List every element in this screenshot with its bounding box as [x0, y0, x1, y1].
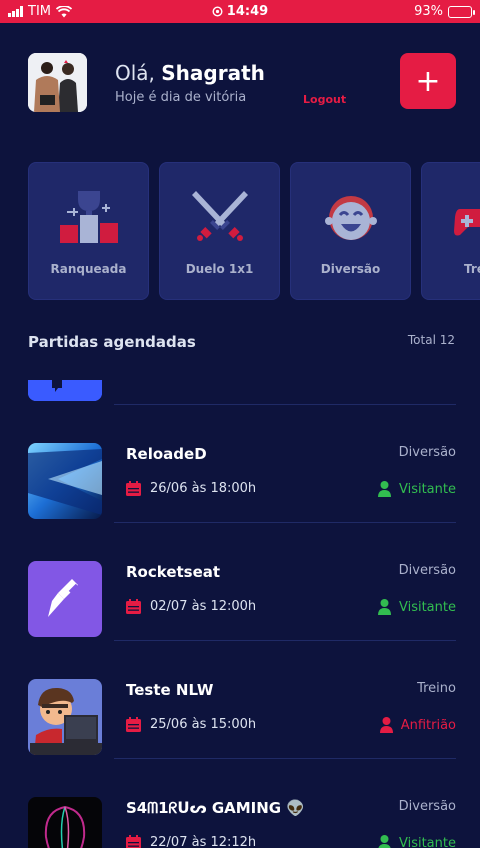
- category-carousel[interactable]: Ranqueada Duelo 1x1 Diversão Tr: [28, 162, 480, 300]
- match-category: Diversão: [398, 445, 456, 460]
- greeting: Olá, Shagrath: [115, 61, 265, 85]
- match-datetime-text: 25/06 às 15:00h: [150, 717, 257, 732]
- battery-icon: [448, 5, 475, 18]
- clock: 14:49: [226, 4, 269, 19]
- guild-thumbnail[interactable]: [28, 380, 102, 401]
- category-treino[interactable]: Tre: [421, 162, 480, 300]
- match-datetime: 22/07 às 12:12h: [126, 835, 256, 848]
- guild-thumbnail: [28, 679, 102, 755]
- calendar-icon: [126, 599, 141, 614]
- guild-thumbnail: [28, 797, 102, 848]
- match-category: Diversão: [398, 799, 456, 814]
- discord-logo-icon: [28, 380, 102, 401]
- category-label: Tre: [464, 262, 480, 276]
- alarm-icon: [212, 6, 223, 17]
- player-icon: [377, 481, 391, 497]
- match-item[interactable]: Teste NLW Treino 25/06 às 15:00h Anfitri…: [28, 679, 456, 757]
- divider: [114, 522, 456, 523]
- match-role-text: Anfitrião: [400, 717, 456, 733]
- match-list[interactable]: ReloadeD Diversão 26/06 às 18:00h Visita…: [28, 380, 456, 848]
- player-icon: [379, 717, 393, 733]
- match-item[interactable]: S4ᗰ1ᖇᑌᔕ GAMING 👽 Diversão 22/07 às 12:12…: [28, 797, 456, 848]
- category-duelo[interactable]: Duelo 1x1: [159, 162, 280, 300]
- player-icon: [377, 599, 391, 615]
- avatar[interactable]: [28, 53, 87, 112]
- category-label: Diversão: [320, 262, 381, 276]
- calendar-icon: [126, 481, 141, 496]
- match-role: Visitante: [377, 481, 456, 497]
- match-guild-name: S4ᗰ1ᖇᑌᔕ GAMING 👽: [126, 799, 306, 817]
- divider: [114, 404, 456, 405]
- calendar-icon: [126, 835, 141, 848]
- wifi-icon: [56, 5, 72, 17]
- match-role: Visitante: [377, 599, 456, 615]
- match-role: Visitante: [378, 835, 456, 848]
- carrier-label: TIM: [28, 4, 51, 19]
- guild-thumbnail: [28, 443, 102, 519]
- match-datetime-text: 02/07 às 12:00h: [150, 599, 257, 614]
- category-ranqueada[interactable]: Ranqueada: [28, 162, 149, 300]
- status-left: TIM: [8, 4, 72, 19]
- greeting-prefix: Olá,: [115, 61, 155, 85]
- divider: [114, 758, 456, 759]
- match-guild-name: Teste NLW: [126, 681, 214, 699]
- logout-button[interactable]: Logout: [303, 93, 346, 106]
- guild-thumbnail: [28, 561, 102, 637]
- trophy-icon: [29, 187, 148, 247]
- match-datetime: 02/07 às 12:00h: [126, 599, 256, 614]
- match-guild-name: Rocketseat: [126, 563, 221, 581]
- player-icon: [378, 835, 391, 848]
- match-role-text: Visitante: [398, 599, 456, 615]
- match-role-text: Visitante: [398, 835, 456, 848]
- divider: [114, 640, 456, 641]
- match-category: Diversão: [398, 563, 456, 578]
- status-center: 14:49: [0, 4, 480, 19]
- match-datetime: 26/06 às 18:00h: [126, 481, 256, 496]
- user-name: Shagrath: [161, 61, 265, 85]
- plus-icon: +: [415, 63, 441, 99]
- category-diversao[interactable]: Diversão: [290, 162, 411, 300]
- match-role-text: Visitante: [398, 481, 456, 497]
- status-bar: TIM 14:49 93%: [0, 0, 480, 23]
- avatar-photo: [28, 53, 87, 112]
- header: Olá, Shagrath Hoje é dia de vitória Logo…: [28, 53, 456, 113]
- laughing-face-icon: [291, 187, 410, 247]
- match-item[interactable]: Rocketseat Diversão 02/07 às 12:00h Visi…: [28, 561, 456, 639]
- section-total: Total 12: [407, 333, 455, 347]
- battery-percent: 93%: [414, 4, 443, 19]
- match-datetime-text: 22/07 às 12:12h: [150, 835, 257, 848]
- greeting-subtitle: Hoje é dia de vitória: [115, 90, 247, 105]
- status-right: 93%: [414, 4, 475, 19]
- match-role: Anfitrião: [379, 717, 456, 733]
- match-item[interactable]: ReloadeD Diversão 26/06 às 18:00h Visita…: [28, 443, 456, 521]
- match-datetime: 25/06 às 15:00h: [126, 717, 256, 732]
- match-guild-name: ReloadeD: [126, 445, 207, 463]
- calendar-icon: [126, 717, 141, 732]
- gamepad-icon: [422, 187, 480, 247]
- category-label: Ranqueada: [50, 262, 127, 276]
- section-title: Partidas agendadas: [28, 333, 196, 351]
- signal-icon: [8, 6, 23, 17]
- add-match-button[interactable]: +: [400, 53, 456, 109]
- match-datetime-text: 26/06 às 18:00h: [150, 481, 257, 496]
- match-category: Treino: [417, 681, 456, 696]
- crossed-swords-icon: [160, 187, 279, 247]
- category-label: Duelo 1x1: [185, 262, 254, 276]
